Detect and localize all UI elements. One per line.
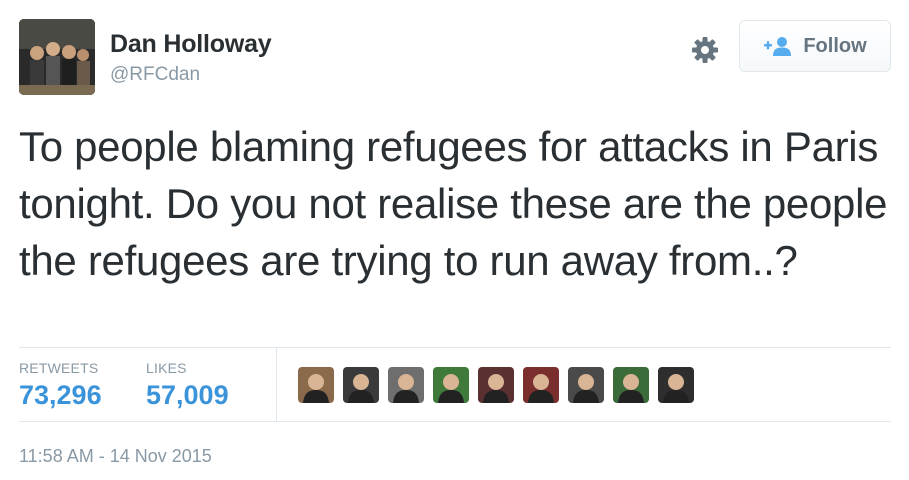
likers-avatars xyxy=(298,367,703,403)
tweet-timestamp[interactable]: 11:58 AM - 14 Nov 2015 xyxy=(19,446,212,467)
retweets-stat[interactable]: RETWEETS 73,296 xyxy=(19,360,102,411)
user-avatar-7[interactable] xyxy=(568,367,604,403)
user-avatar-1[interactable] xyxy=(298,367,334,403)
user-avatar-5[interactable] xyxy=(478,367,514,403)
user-avatar-2[interactable] xyxy=(343,367,379,403)
likes-count: 57,009 xyxy=(146,380,229,410)
follow-label: Follow xyxy=(803,34,867,57)
stats-divider xyxy=(276,348,277,421)
user-avatar-6[interactable] xyxy=(523,367,559,403)
user-avatar-8[interactable] xyxy=(613,367,649,403)
user-avatar-4[interactable] xyxy=(433,367,469,403)
follow-button[interactable]: Follow xyxy=(739,20,891,72)
user-avatar-3[interactable] xyxy=(388,367,424,403)
tweet-stats: RETWEETS 73,296 LIKES 57,009 xyxy=(19,347,891,422)
likes-stat[interactable]: LIKES 57,009 xyxy=(146,360,229,411)
likes-label: LIKES xyxy=(146,360,187,376)
gear-icon[interactable] xyxy=(690,35,720,65)
author-handle[interactable]: @RFCdan xyxy=(110,64,200,86)
tweet-text: To people blaming refugees for attacks i… xyxy=(19,123,888,284)
author-name[interactable]: Dan Holloway xyxy=(110,30,272,59)
author-avatar[interactable] xyxy=(19,19,95,95)
retweets-label: RETWEETS xyxy=(19,360,99,376)
add-user-icon xyxy=(763,36,793,56)
user-avatar-9[interactable] xyxy=(658,367,694,403)
retweets-count: 73,296 xyxy=(19,380,102,410)
